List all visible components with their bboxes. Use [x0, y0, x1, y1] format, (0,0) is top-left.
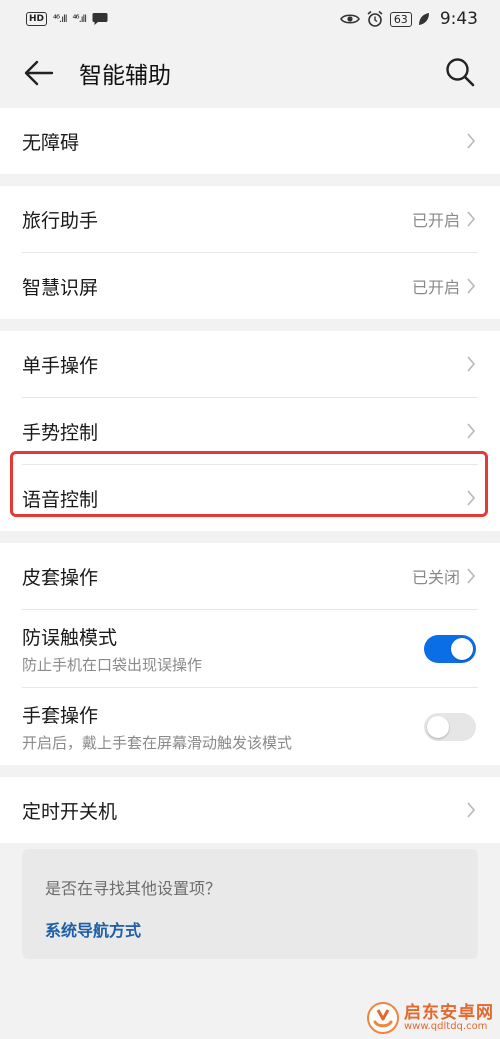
eye-icon — [339, 14, 360, 24]
hd-indicator: HD — [26, 12, 48, 26]
row-label: 旅行助手 — [22, 209, 99, 232]
app-header: 智能辅助 — [0, 38, 500, 108]
chevron-right-icon — [467, 802, 476, 818]
row-status: 已关闭 — [411, 568, 460, 587]
row-label: 定时开关机 — [22, 800, 118, 823]
battery-icon: 63 — [389, 11, 412, 27]
chevron-right-icon — [467, 490, 476, 506]
suggestion-card: 是否在寻找其他设置项？ 系统导航方式 — [22, 849, 478, 959]
status-bar: HD ⁴⁶.ıll ⁴⁶.ıll 63 9:43 — [0, 0, 500, 38]
chevron-right-icon — [467, 211, 476, 227]
settings-row-cover[interactable]: 皮套操作 已关闭 — [0, 543, 500, 609]
suggestion-link[interactable]: 系统导航方式 — [45, 917, 141, 941]
row-label: 皮套操作 — [22, 566, 99, 589]
signal-icon: ⁴⁶.ıll — [72, 13, 87, 25]
row-label: 无障碍 — [22, 131, 80, 154]
group-controls: 单手操作 手势控制 语音控制 — [0, 331, 500, 531]
settings-row-scheduled-power[interactable]: 定时开关机 — [0, 777, 500, 843]
row-label: 智慧识屏 — [22, 276, 99, 299]
row-label: 单手操作 — [22, 354, 99, 377]
row-label: 手套操作 — [22, 704, 99, 727]
settings-row-gesture-control[interactable]: 手势控制 — [0, 398, 500, 464]
chevron-right-icon — [467, 356, 476, 372]
watermark: 启东安卓网 www.qdltdq.com — [366, 1001, 494, 1035]
watermark-logo-icon — [367, 1002, 399, 1034]
row-label: 语音控制 — [22, 488, 99, 511]
row-label: 手势控制 — [22, 421, 99, 444]
group-assistants: 旅行助手 已开启 智慧识屏 已开启 — [0, 186, 500, 319]
group-touch: 皮套操作 已关闭 防误触模式 防止手机在口袋出现误操作 手套操作 开启后，戴上手… — [0, 543, 500, 765]
status-left: HD ⁴⁶.ıll ⁴⁶.ıll — [26, 12, 108, 26]
row-subtitle: 防止手机在口袋出现误操作 — [22, 655, 203, 674]
settings-row-glove[interactable]: 手套操作 开启后，戴上手套在屏幕滑动触发该模式 — [0, 688, 500, 765]
search-icon[interactable] — [444, 56, 476, 88]
signal-icon: ⁴⁶.ıll — [53, 13, 67, 25]
settings-row-anti-touch[interactable]: 防误触模式 防止手机在口袋出现误操作 — [0, 610, 500, 687]
anti-touch-toggle[interactable] — [424, 634, 476, 663]
chevron-right-icon — [467, 423, 476, 439]
chevron-right-icon — [467, 568, 476, 584]
row-status: 已开启 — [411, 278, 460, 297]
group-schedule: 定时开关机 — [0, 777, 500, 843]
page-title: 智能辅助 — [79, 63, 171, 89]
watermark-url: www.qdltdq.com — [404, 1020, 488, 1032]
status-right: 63 9:43 — [339, 9, 478, 29]
clock: 9:43 — [439, 9, 478, 29]
back-arrow-icon[interactable] — [22, 56, 56, 90]
settings-row-smart-screen[interactable]: 智慧识屏 已开启 — [0, 253, 500, 319]
settings-row-accessibility[interactable]: 无障碍 — [0, 108, 500, 174]
suggestion-question: 是否在寻找其他设置项？ — [45, 879, 222, 898]
settings-row-travel-assistant[interactable]: 旅行助手 已开启 — [0, 186, 500, 252]
settings-row-one-hand[interactable]: 单手操作 — [0, 331, 500, 397]
alarm-icon — [367, 10, 383, 27]
message-icon — [92, 13, 108, 25]
chevron-right-icon — [467, 278, 476, 294]
group-accessibility: 无障碍 — [0, 108, 500, 174]
row-label: 防误触模式 — [22, 626, 118, 649]
settings-row-voice-control[interactable]: 语音控制 — [0, 465, 500, 531]
row-subtitle: 开启后，戴上手套在屏幕滑动触发该模式 — [22, 733, 293, 752]
glove-toggle[interactable] — [424, 712, 476, 741]
row-status: 已开启 — [411, 211, 460, 230]
leaf-icon — [418, 13, 429, 25]
chevron-right-icon — [467, 133, 476, 149]
watermark-name: 启东安卓网 — [404, 1002, 494, 1023]
